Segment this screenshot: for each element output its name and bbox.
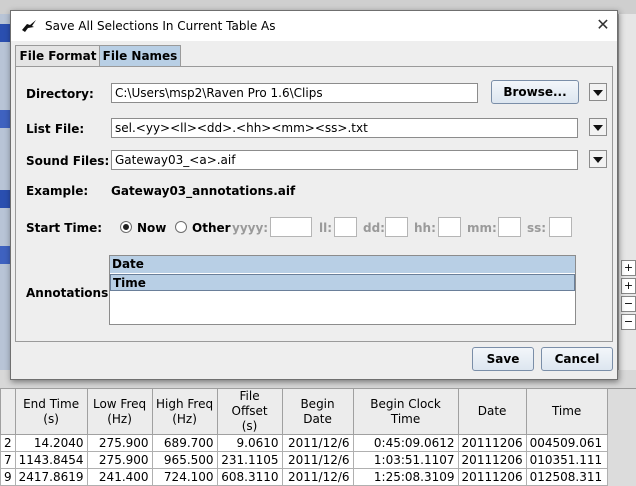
dialog-titlebar: Save All Selections In Current Table As …: [11, 11, 617, 41]
other-label[interactable]: Other: [192, 221, 231, 235]
tab-file-format[interactable]: File Format: [15, 45, 101, 66]
background-side-controls: + + − −: [618, 14, 636, 384]
second-field[interactable]: [549, 217, 572, 237]
column-header[interactable]: File Offset (s): [216, 388, 283, 435]
example-label: Example:: [26, 184, 89, 198]
now-label[interactable]: Now: [137, 221, 166, 235]
example-value: Gateway03_annotations.aif: [111, 184, 296, 198]
list-item[interactable]: Time: [110, 274, 575, 291]
now-radio[interactable]: [120, 221, 132, 233]
row-prefix-header: [0, 388, 16, 435]
tab-file-names[interactable]: File Names: [99, 45, 181, 66]
table-row[interactable]: 9 2417.8619 241.400 724.100 608.3110 201…: [0, 468, 608, 486]
directory-dropdown-button[interactable]: [589, 83, 607, 101]
year-label: yyyy:: [232, 221, 269, 235]
sound-files-dropdown-button[interactable]: [589, 150, 607, 168]
column-header[interactable]: High Freq (Hz): [151, 388, 218, 435]
month-label: ll:: [319, 221, 333, 235]
column-header[interactable]: Low Freq (Hz): [86, 388, 153, 435]
directory-field[interactable]: C:\Users\msp2\Raven Pro 1.6\Clips: [111, 83, 478, 103]
directory-label: Directory:: [26, 87, 94, 101]
save-button[interactable]: Save: [472, 347, 534, 371]
list-file-field[interactable]: sel.<yy><ll><dd>.<hh><mm><ss>.txt: [111, 118, 578, 138]
list-item[interactable]: Date: [110, 256, 575, 273]
column-header[interactable]: End Time (s): [14, 388, 88, 435]
column-header[interactable]: Begin Date: [281, 388, 354, 435]
cancel-button[interactable]: Cancel: [541, 347, 613, 371]
save-selections-dialog: Save All Selections In Current Table As …: [10, 10, 618, 380]
selection-table: End Time (s) Low Freq (Hz) High Freq (Hz…: [0, 388, 608, 486]
close-icon[interactable]: ✕: [593, 15, 613, 35]
sound-files-field[interactable]: Gateway03_<a>.aif: [111, 150, 578, 170]
raven-logo-icon: [22, 20, 36, 32]
day-label: dd:: [363, 221, 385, 235]
column-header[interactable]: Begin Clock Time: [352, 388, 459, 435]
minute-field[interactable]: [498, 217, 521, 237]
column-header[interactable]: Time: [525, 388, 608, 435]
column-header[interactable]: Date: [457, 388, 527, 435]
browse-button[interactable]: Browse...: [491, 80, 579, 104]
start-time-label: Start Time:: [26, 221, 103, 235]
year-field[interactable]: [270, 217, 312, 237]
dialog-title: Save All Selections In Current Table As: [45, 19, 276, 33]
list-file-dropdown-button[interactable]: [589, 118, 607, 136]
annotations-list[interactable]: Date Time: [109, 255, 576, 325]
table-row[interactable]: 2 14.2040 275.900 689.700 9.0610 2011/12…: [0, 434, 608, 452]
annotations-label: Annotations:: [26, 286, 114, 300]
second-label: ss:: [527, 221, 547, 235]
day-field[interactable]: [385, 217, 408, 237]
minute-label: mm:: [467, 221, 497, 235]
month-field[interactable]: [334, 217, 357, 237]
other-radio[interactable]: [175, 221, 187, 233]
sound-files-label: Sound Files:: [26, 154, 110, 168]
list-file-label: List File:: [26, 122, 85, 136]
table-row[interactable]: 7 1143.8454 275.900 965.500 231.1105 201…: [0, 451, 608, 469]
hour-label: hh:: [414, 221, 436, 235]
hour-field[interactable]: [438, 217, 461, 237]
